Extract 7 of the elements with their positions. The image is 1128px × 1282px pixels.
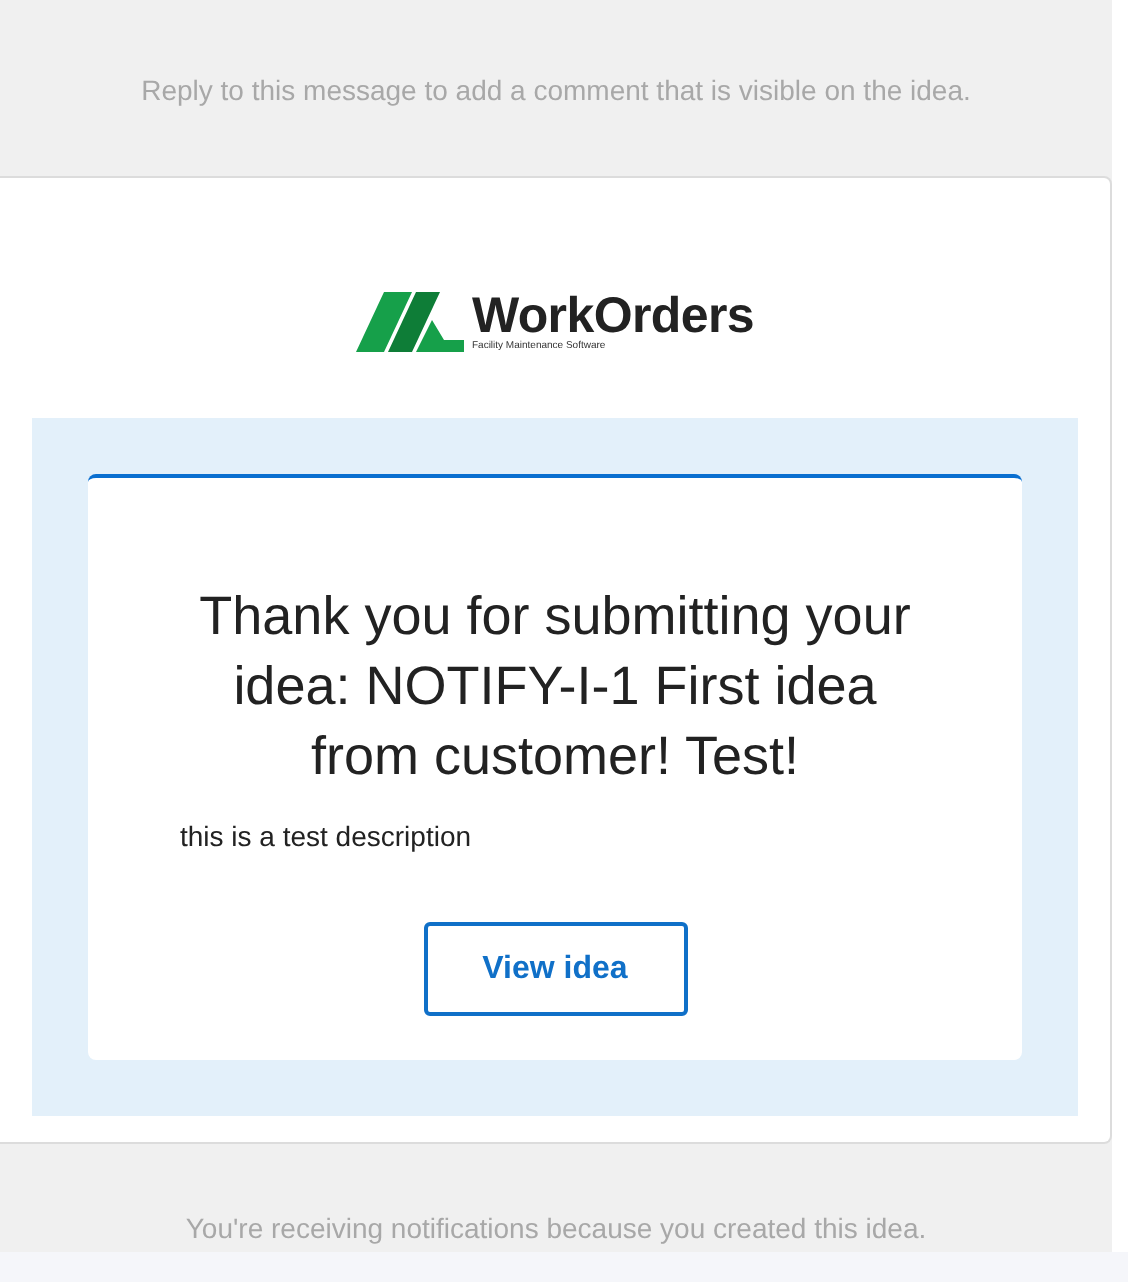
logo-icon [355,292,464,352]
footer-note: You're receiving notifications because you created this idea. [183,1210,929,1248]
header-note: Reply to this message to add a comment that is visible on the idea. [139,72,973,110]
view-idea-button[interactable]: View idea [423,922,687,1016]
message-title: Thank you for submitting your idea: NOTIFY-I-1 First idea from customer! Test! [197,584,913,790]
brand-name: WorkOrders [471,292,755,342]
message-description: this is a test description [180,818,472,856]
